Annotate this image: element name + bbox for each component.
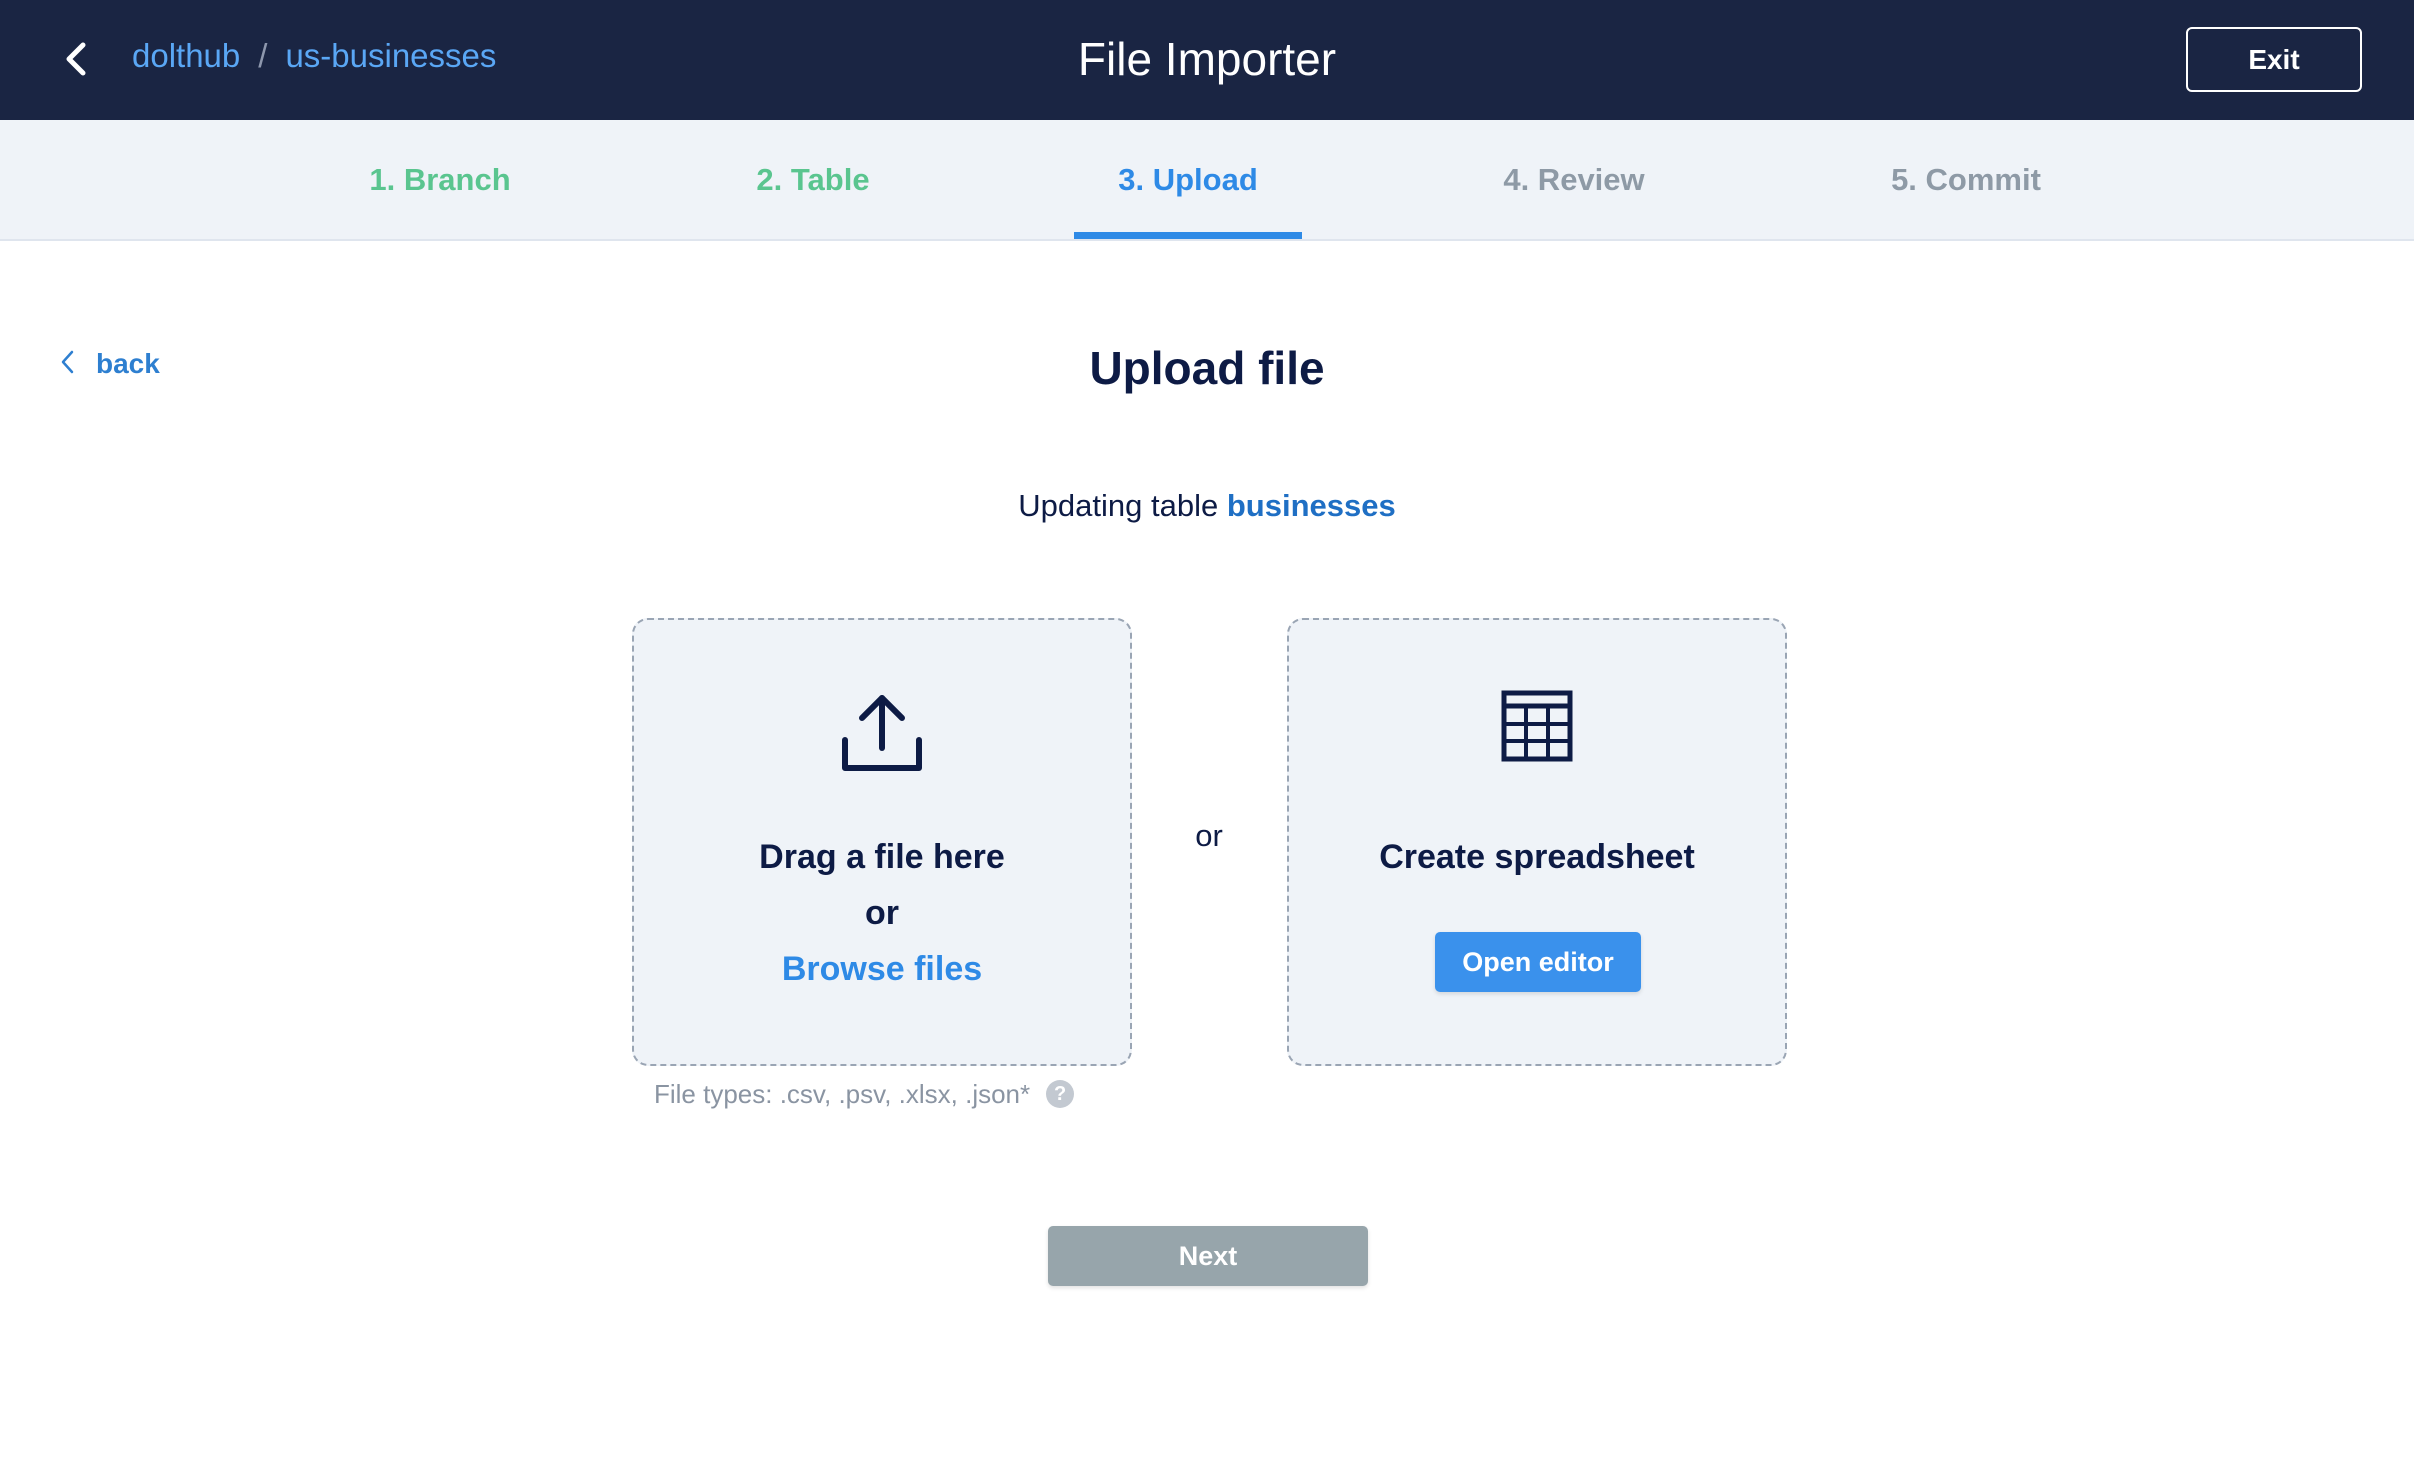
next-button[interactable]: Next <box>1048 1226 1368 1286</box>
options-separator: or <box>1195 818 1223 853</box>
step-label: 2. Table <box>756 161 870 197</box>
top-header: dolthub / us-businesses File Importer Ex… <box>0 0 2414 120</box>
table-grid-icon <box>1501 690 1573 767</box>
app-title: File Importer <box>1077 33 1337 85</box>
updating-table-text: Updating table businesses <box>0 484 2414 528</box>
create-spreadsheet-title: Create spreadsheet <box>1379 838 1695 876</box>
step-label: 5. Commit <box>1891 161 2041 197</box>
file-drop-zone[interactable]: Drag a file here or Browse files <box>632 618 1132 1066</box>
browse-files-link[interactable]: Browse files <box>634 946 1130 992</box>
tab-step-commit[interactable]: 5. Commit <box>1866 120 2066 239</box>
step-label: 1. Branch <box>369 161 511 197</box>
tab-step-table[interactable]: 2. Table <box>713 120 913 239</box>
step-label: 3. Upload <box>1118 161 1258 197</box>
table-name-link[interactable]: businesses <box>1227 488 1396 523</box>
step-label: 4. Review <box>1503 161 1645 197</box>
tab-step-review[interactable]: 4. Review <box>1474 120 1674 239</box>
drag-file-text: Drag a file here <box>759 838 1005 876</box>
file-types-text: File types: .csv, .psv, .xlsx, .json* <box>654 1079 1031 1109</box>
create-spreadsheet-card: Create spreadsheet Open editor <box>1287 618 1787 1066</box>
file-types-hint: File types: .csv, .psv, .xlsx, .json* ? <box>654 1076 1075 1112</box>
exit-button[interactable]: Exit <box>2186 27 2362 92</box>
step-tabs: 1. Branch 2. Table 3. Upload 4. Review 5… <box>0 120 2414 241</box>
upload-or-text: or <box>865 894 899 932</box>
active-step-indicator <box>1074 232 1302 239</box>
help-icon[interactable]: ? <box>1046 1080 1075 1108</box>
page-title: Upload file <box>1089 342 1325 394</box>
open-editor-button[interactable]: Open editor <box>1435 932 1641 992</box>
updating-prefix: Updating table <box>1018 488 1219 523</box>
tab-step-branch[interactable]: 1. Branch <box>340 120 540 239</box>
upload-icon <box>840 690 924 781</box>
tab-step-upload[interactable]: 3. Upload <box>1074 120 1302 239</box>
